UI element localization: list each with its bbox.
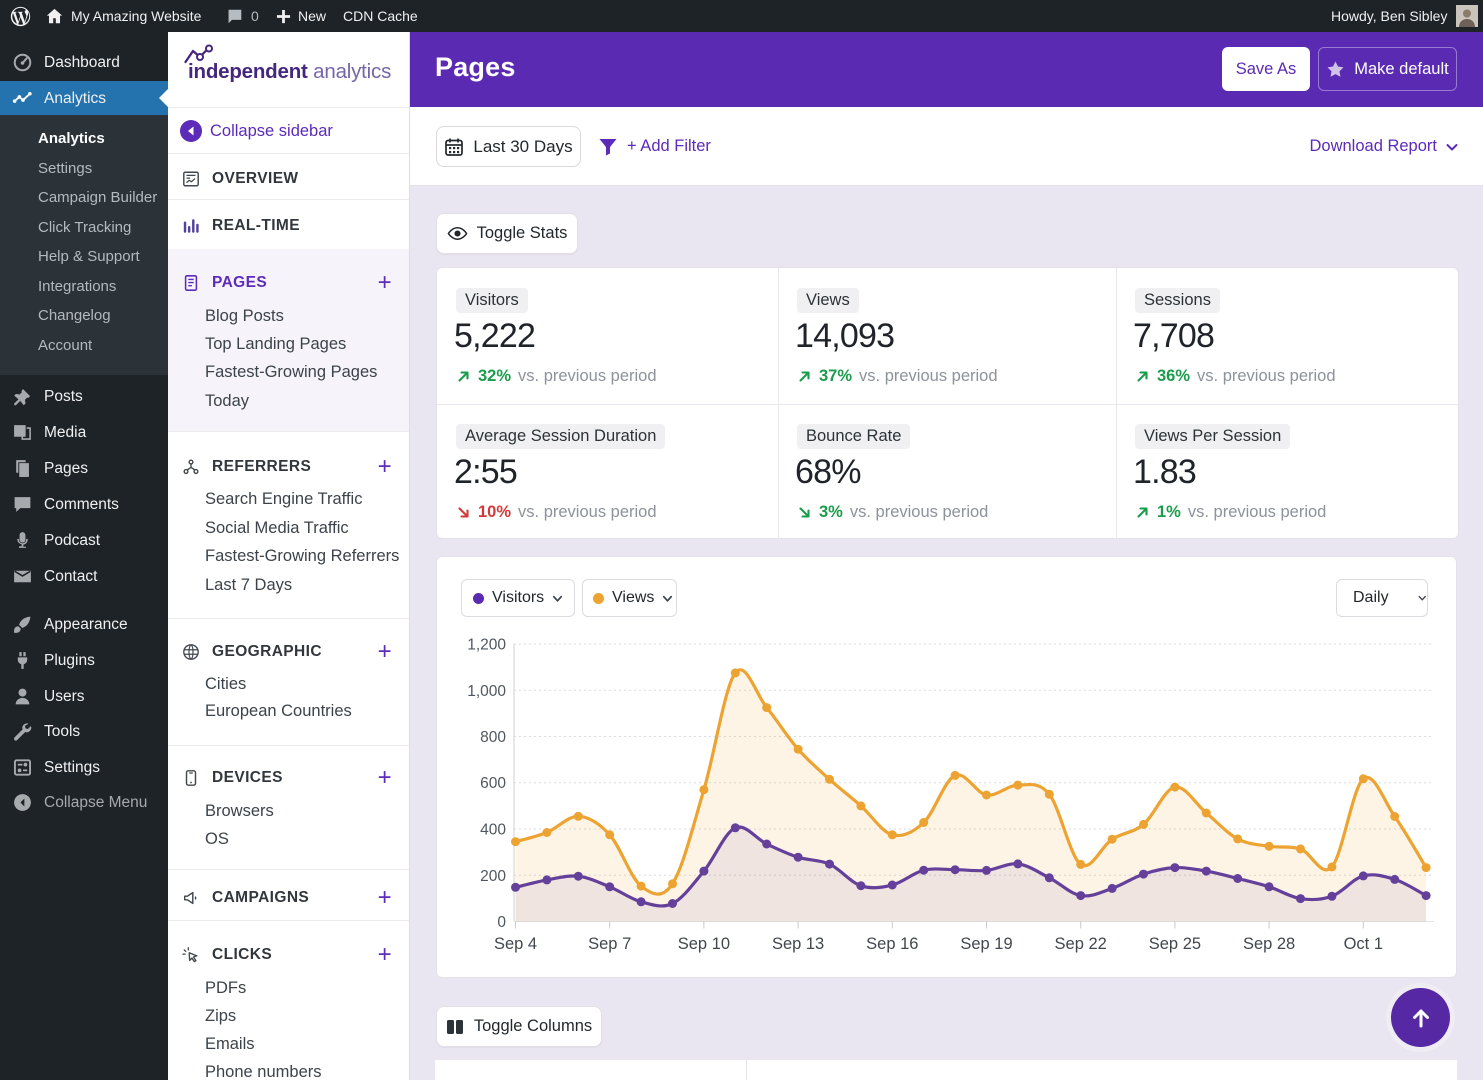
svg-text:Sep 4: Sep 4 xyxy=(494,935,537,953)
svg-text:Sep 13: Sep 13 xyxy=(772,935,824,953)
svg-text:1,000: 1,000 xyxy=(467,683,506,700)
svg-text:200: 200 xyxy=(480,868,506,885)
svg-text:Sep 10: Sep 10 xyxy=(678,935,730,953)
svg-text:Oct 1: Oct 1 xyxy=(1344,935,1383,953)
svg-text:Sep 16: Sep 16 xyxy=(866,935,918,953)
svg-text:600: 600 xyxy=(480,775,506,792)
svg-text:0: 0 xyxy=(497,914,506,931)
svg-text:Sep 7: Sep 7 xyxy=(588,935,631,953)
svg-text:Sep 25: Sep 25 xyxy=(1149,935,1201,953)
svg-text:400: 400 xyxy=(480,822,506,839)
svg-text:1,200: 1,200 xyxy=(467,637,506,654)
svg-text:Sep 22: Sep 22 xyxy=(1055,935,1107,953)
svg-text:Sep 28: Sep 28 xyxy=(1243,935,1295,953)
svg-text:Sep 19: Sep 19 xyxy=(960,935,1012,953)
svg-text:800: 800 xyxy=(480,729,506,746)
